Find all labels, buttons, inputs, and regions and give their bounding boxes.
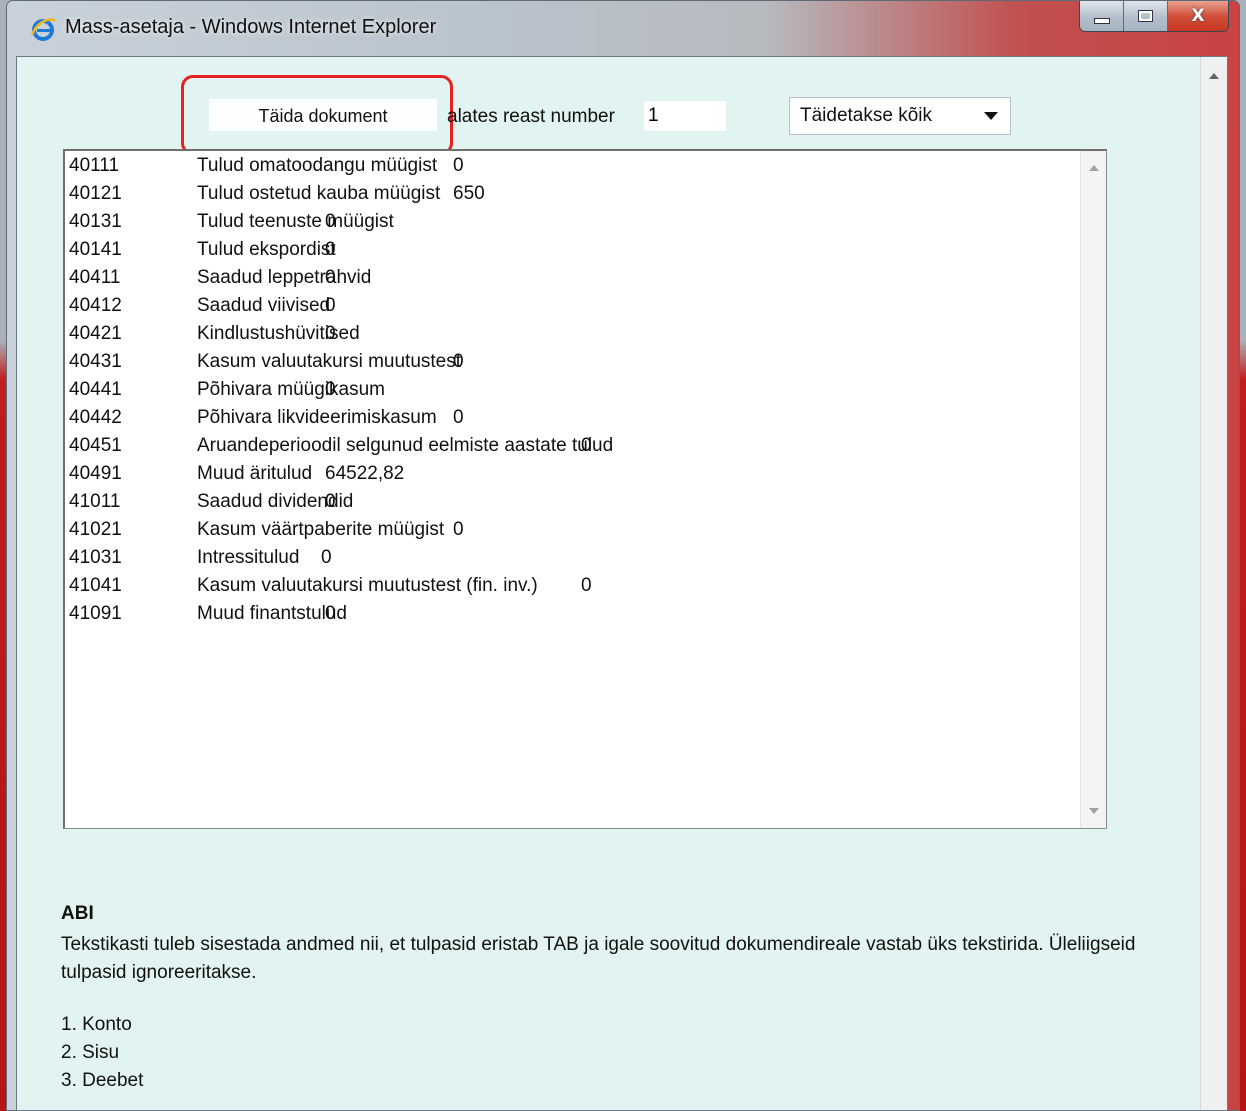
list-item: 40141 Tulud ekspordist 0	[69, 239, 1069, 267]
list-item: 40442 Põhivara likvideerimiskasum 0	[69, 407, 1069, 435]
scroll-down-icon[interactable]	[1089, 808, 1099, 814]
account-value: 0	[581, 575, 592, 596]
account-code: 41091	[69, 603, 122, 624]
data-textarea[interactable]: 40111 Tulud omatoodangu müügist 0 40121 Tulu…	[63, 149, 1107, 829]
list-item: 3. Deebet	[61, 1070, 144, 1091]
list-item: 41091 Muud finantstulud 0	[69, 603, 1069, 631]
account-name: Põhivara müügikasum	[197, 379, 385, 400]
list-item: 40431 Kasum valuutakursi muutustest 0	[69, 351, 1069, 379]
account-code: 40441	[69, 379, 122, 400]
account-code: 41031	[69, 547, 122, 568]
maximize-button[interactable]	[1124, 1, 1168, 31]
account-code: 40411	[69, 267, 121, 288]
account-name: Kasum valuutakursi muutustest	[197, 351, 462, 372]
scroll-up-icon[interactable]	[1209, 73, 1219, 79]
list-item: 40412 Saadud viivised 0	[69, 295, 1069, 323]
account-value: 0	[581, 435, 592, 456]
account-value: 0	[325, 267, 336, 288]
account-code: 40131	[69, 211, 122, 232]
account-value: 0	[325, 603, 336, 624]
account-value: 0	[325, 239, 336, 260]
list-item: 40411 Saadud leppetrahvid 0	[69, 267, 1069, 295]
account-value: 0	[453, 519, 464, 540]
dropdown-arrow-icon	[984, 112, 998, 120]
account-name: Muud äritulud	[197, 463, 313, 484]
account-name: Põhivara likvideerimiskasum	[197, 407, 437, 428]
account-value: 0	[325, 295, 336, 316]
list-item: 40131 Tulud teenuste müügist 0	[69, 211, 1069, 239]
list-item: 40121 Tulud ostetud kauba müügist 650	[69, 183, 1069, 211]
account-code: 40111	[69, 155, 120, 176]
page-content: Täida dokument alates reast number Täide…	[16, 56, 1228, 1111]
fill-mode-value: Täidetakse kõik	[800, 105, 933, 126]
minimize-button[interactable]	[1080, 1, 1124, 31]
account-code: 41011	[69, 491, 121, 512]
list-item: 41041 Kasum valuutakursi muutustest (fin.…	[69, 575, 1069, 603]
list-item: 1. Konto	[61, 1014, 132, 1035]
help-text: Tekstikasti tuleb sisestada andmed nii, …	[61, 934, 1136, 983]
account-code: 40431	[69, 351, 122, 372]
start-row-label: alates reast number	[447, 106, 615, 127]
account-value: 0	[325, 211, 336, 232]
list-item: 40111 Tulud omatoodangu müügist 0	[69, 155, 1069, 183]
account-code: 40451	[69, 435, 122, 456]
account-code: 40412	[69, 295, 122, 316]
account-value: 0	[325, 379, 336, 400]
account-name: Tulud omatoodangu müügist	[197, 155, 438, 176]
account-code: 41041	[69, 575, 122, 596]
account-code: 40141	[69, 239, 122, 260]
account-value: 0	[325, 323, 336, 344]
list-item: 40441 Põhivara müügikasum 0	[69, 379, 1069, 407]
account-value: 0	[321, 547, 332, 568]
minimize-icon	[1093, 18, 1110, 24]
list-item: 40421 Kindlustushüvitised 0	[69, 323, 1069, 351]
fill-document-button[interactable]: Täida dokument	[209, 99, 437, 131]
account-name: Intressitulud	[197, 547, 300, 568]
list-item: 40491 Muud äritulud 64522,82	[69, 463, 1069, 491]
start-row-input[interactable]	[644, 101, 726, 131]
ie-logo-icon	[30, 18, 56, 41]
window-controls: X	[1079, 1, 1229, 32]
page-scrollbar[interactable]	[1200, 57, 1227, 1110]
list-item: 41031 Intressitulud 0	[69, 547, 1069, 575]
account-name: Kasum väärtpaberite müügist	[197, 519, 445, 540]
account-name: Saadud leppetrahvid	[197, 267, 372, 288]
account-name: Tulud ostetud kauba müügist	[197, 183, 441, 204]
account-name: Tulud ekspordist	[197, 239, 336, 260]
account-name: Aruandeperioodil selgunud eelmiste aasta…	[197, 435, 614, 456]
scroll-up-icon[interactable]	[1089, 165, 1099, 171]
close-icon: X	[1191, 6, 1205, 26]
account-code: 40491	[69, 463, 122, 484]
title-bar[interactable]: Mass-asetaja - Windows Internet Explorer…	[7, 1, 1239, 57]
list-item: 40451 Aruandeperioodil selgunud eelmiste …	[69, 435, 1069, 463]
help-column-list: 1. Konto 2. Sisu 3. Deebet	[61, 1011, 143, 1095]
account-name: Tulud teenuste müügist	[197, 211, 394, 232]
account-code: 41021	[69, 519, 122, 540]
account-value: 64522,82	[325, 463, 405, 484]
account-code: 40421	[69, 323, 122, 344]
fill-mode-select[interactable]: Täidetakse kõik	[789, 97, 1011, 135]
account-value: 0	[325, 491, 336, 512]
account-value: 0	[453, 407, 464, 428]
textarea-lines: 40111 Tulud omatoodangu müügist 0 40121 Tulu…	[69, 155, 1069, 631]
account-value: 0	[453, 155, 464, 176]
account-code: 40442	[69, 407, 122, 428]
account-name: Kasum valuutakursi muutustest (fin. inv.…	[197, 575, 538, 596]
close-button[interactable]: X	[1168, 1, 1228, 31]
help-title: ABI	[61, 903, 94, 924]
maximize-icon	[1138, 10, 1153, 22]
account-code: 40121	[69, 183, 122, 204]
list-item: 41021 Kasum väärtpaberite müügist 0	[69, 519, 1069, 547]
window-title: Mass-asetaja - Windows Internet Explorer	[65, 16, 437, 38]
list-item: 41011 Saadud dividendid 0	[69, 491, 1069, 519]
account-value: 650	[453, 183, 485, 204]
account-value: 0	[453, 351, 464, 372]
account-name: Saadud viivised	[197, 295, 331, 316]
textarea-scrollbar[interactable]	[1080, 151, 1106, 828]
list-item: 2. Sisu	[61, 1042, 120, 1063]
